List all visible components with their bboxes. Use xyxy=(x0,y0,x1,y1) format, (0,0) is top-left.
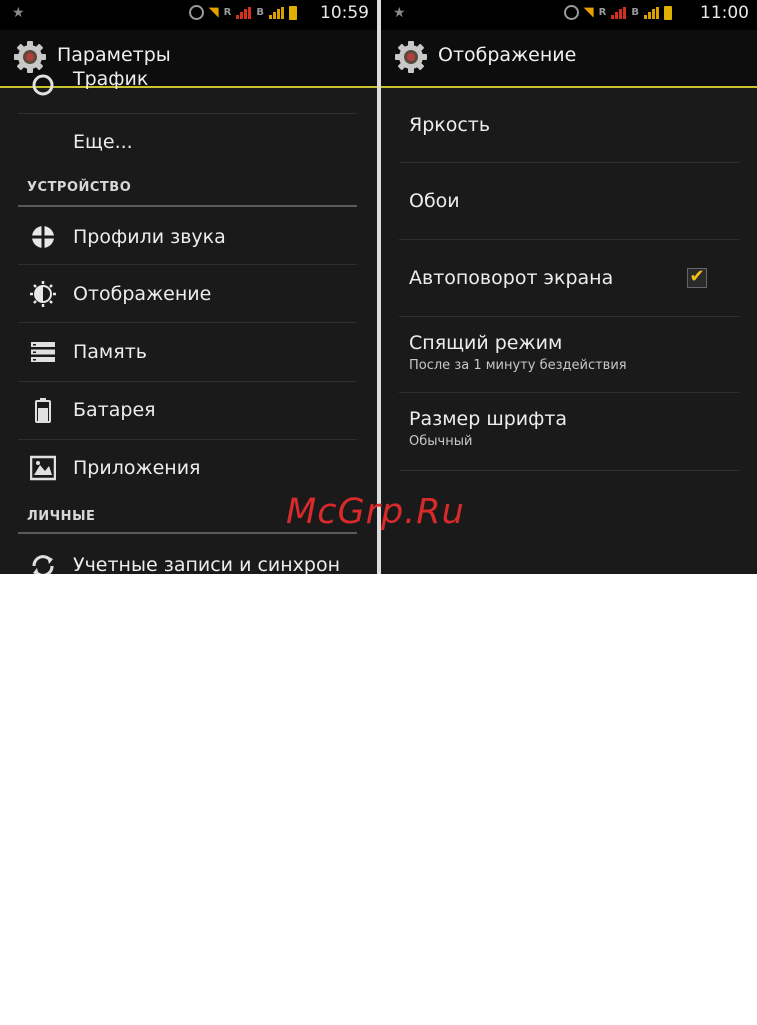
display-icon xyxy=(30,281,56,307)
page-title: Параметры xyxy=(57,44,171,66)
status-bar: ★ ◥ R B 11:00 xyxy=(381,0,757,30)
action-bar: Отображение xyxy=(381,30,757,88)
list-item-battery[interactable]: Батарея xyxy=(18,385,357,437)
divider xyxy=(18,322,357,323)
apps-icon xyxy=(30,455,56,481)
battery-status-icon xyxy=(289,5,297,20)
divider xyxy=(399,162,739,163)
sync-icon xyxy=(32,555,54,574)
signal-icon-2 xyxy=(644,6,659,19)
divider xyxy=(399,392,739,393)
clock: 10:59 xyxy=(320,3,369,23)
watermark: McGrp.Ru xyxy=(286,492,465,532)
list-item-sound-profiles[interactable]: Профили звука xyxy=(18,210,357,262)
network-type-1: R xyxy=(223,7,232,18)
list-item-accounts-sync[interactable]: Учетные записи и синхрон xyxy=(18,536,357,574)
wifi-icon: ◥ xyxy=(583,5,594,20)
section-header-device: УСТРОЙСТВО xyxy=(27,180,132,195)
list-item-apps[interactable]: Приложения xyxy=(18,443,357,495)
star-icon: ★ xyxy=(12,5,25,21)
page-title: Отображение xyxy=(438,44,577,66)
sound-profiles-icon xyxy=(31,225,55,249)
list-item-wallpaper[interactable]: Обои xyxy=(409,164,737,238)
divider xyxy=(18,113,357,114)
divider xyxy=(399,239,739,240)
list-item-display[interactable]: Отображение xyxy=(18,268,357,320)
alarm-icon xyxy=(188,5,204,20)
list-item-brightness[interactable]: Яркость xyxy=(409,88,737,160)
network-type-2: B xyxy=(256,7,264,18)
signal-icon-2 xyxy=(269,6,284,19)
list-item-sleep[interactable]: Спящий режим После за 1 минуту бездейств… xyxy=(409,318,737,392)
section-header-personal: ЛИЧНЫЕ xyxy=(27,509,96,524)
divider xyxy=(399,470,739,471)
list-item-traffic[interactable]: Трафик xyxy=(18,68,357,102)
divider xyxy=(18,439,357,440)
status-icons: ◥ R B xyxy=(563,5,672,20)
settings-gear-icon[interactable] xyxy=(13,40,47,74)
battery-status-icon xyxy=(664,5,672,20)
list-item-more[interactable]: Еще... xyxy=(18,118,357,168)
list-item-storage[interactable]: Память xyxy=(18,326,357,378)
divider xyxy=(18,381,357,382)
status-bar: ★ ◥ R B 10:59 xyxy=(0,0,377,30)
signal-icon xyxy=(611,6,627,19)
network-type-1: R xyxy=(598,7,607,18)
clock: 11:00 xyxy=(700,3,749,23)
section-divider xyxy=(18,205,357,207)
section-divider xyxy=(18,532,357,534)
display-settings-screen: ★ ◥ R B 11:00 Отображение Яркость Обои А… xyxy=(381,0,757,574)
font-size-summary: Обычный xyxy=(409,434,473,449)
autorotate-checkbox[interactable]: ✔ xyxy=(687,268,707,288)
storage-icon xyxy=(31,342,55,362)
divider xyxy=(399,316,739,317)
network-type-2: B xyxy=(631,7,639,18)
status-icons: ◥ R B xyxy=(188,5,297,20)
settings-screen: ★ ◥ R B 10:59 Параметры Трафик Еще... УС… xyxy=(0,0,377,574)
list-item-font-size[interactable]: Размер шрифта Обычный xyxy=(409,394,737,468)
signal-icon xyxy=(236,6,252,19)
battery-icon xyxy=(35,398,51,423)
divider xyxy=(18,264,357,265)
wifi-icon: ◥ xyxy=(208,5,219,20)
star-icon: ★ xyxy=(393,5,406,21)
sleep-summary: После за 1 минуту бездействия xyxy=(409,358,627,373)
data-usage-icon xyxy=(32,74,54,96)
alarm-icon xyxy=(563,5,579,20)
settings-gear-icon[interactable] xyxy=(394,40,428,74)
